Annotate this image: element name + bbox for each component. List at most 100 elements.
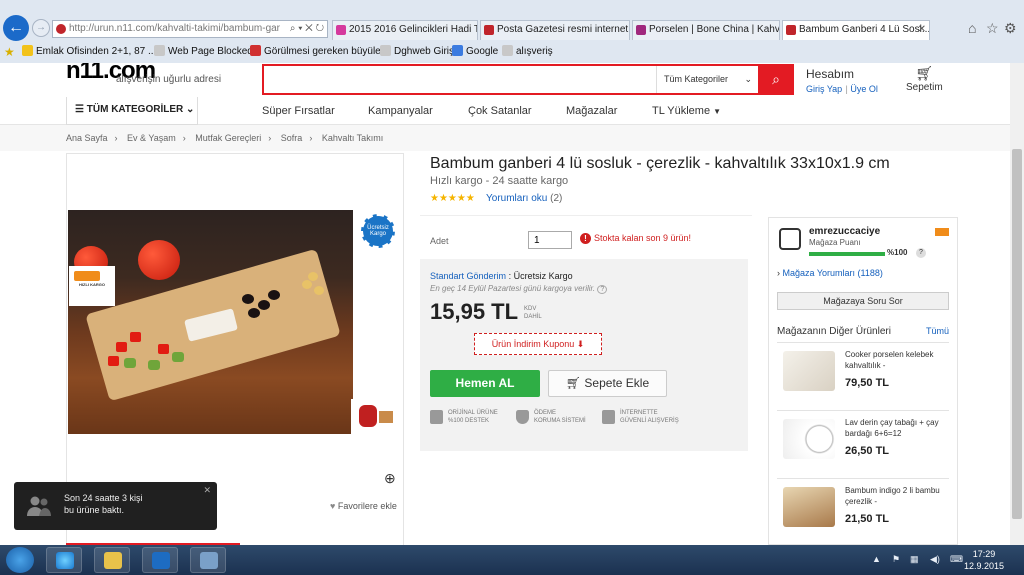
back-button[interactable]: ←: [3, 15, 29, 41]
viewers-toast: Son 24 saatte 3 kişi bu ürüne baktı. ✕: [14, 482, 217, 530]
breadcrumb-item[interactable]: Mutfak Gereçleri: [195, 133, 261, 143]
settings-gear-icon[interactable]: ⚙: [1004, 20, 1017, 37]
bookmark-google[interactable]: Google: [452, 43, 498, 61]
cucumber-shape: [148, 360, 160, 370]
seller-product-item[interactable]: Bambum indigo 2 li bambu çerezlik - 21,5…: [777, 478, 949, 545]
bookmark-alisveris[interactable]: alışveriş: [502, 43, 553, 61]
seller-product-item[interactable]: Cooker porselen kelebek kahvaltılık - 79…: [777, 342, 949, 410]
help-icon[interactable]: ?: [597, 285, 608, 294]
main-nav: ☰ TÜM KATEGORİLER ⌄ Süper Fırsatlar Kamp…: [0, 97, 1024, 125]
taskbar-outlook[interactable]: [142, 547, 178, 573]
other-products-title: Mağazanın Diğer Ürünleri: [777, 326, 891, 337]
olive-shape: [248, 308, 260, 318]
guarantee-line1: ÖDEME: [534, 410, 557, 416]
bookmark-favicon-icon: [250, 45, 261, 56]
breadcrumb-item[interactable]: Ev & Yaşam: [127, 133, 176, 143]
tab-close-icon[interactable]: ✕: [918, 21, 926, 39]
nav-super-firsatlar[interactable]: Süper Fırsatlar: [262, 97, 335, 125]
cart-icon: 🛒︎: [565, 376, 582, 390]
discount-coupon-button[interactable]: Ürün İndirim Kuponu ⬇: [474, 333, 602, 355]
seller-reviews-link[interactable]: › Mağaza Yorumları (1188): [777, 268, 883, 278]
search-box[interactable]: Tüm Kategoriler ⌄ ⌕: [262, 64, 794, 95]
bookmark-label: Görülmesi gereken büyüle...: [264, 46, 390, 57]
breadcrumb-item[interactable]: Kahvaltı Takımı: [322, 133, 383, 143]
tax-note: KDV DAHİL: [524, 305, 542, 321]
toast-line2: bu ürüne baktı.: [64, 505, 125, 515]
nav-cok-satanlar[interactable]: Çok Satanlar: [468, 97, 532, 125]
reviews-link[interactable]: Yorumları oku (2): [486, 193, 562, 204]
tray-network-icon[interactable]: ▦: [910, 554, 919, 565]
breadcrumb-separator-icon: ›: [309, 133, 313, 143]
nav-magazalar[interactable]: Mağazalar: [566, 97, 617, 125]
reviews-link-label: Yorumları oku: [486, 193, 548, 204]
taskbar-ie[interactable]: [46, 547, 82, 573]
tray-expand-icon[interactable]: ▲: [872, 554, 881, 564]
register-link[interactable]: Üye Ol: [850, 84, 878, 94]
tray-keyboard-icon[interactable]: ⌨: [950, 554, 963, 565]
login-link[interactable]: Giriş Yap: [806, 84, 842, 94]
add-favorite-link[interactable]: ♥ Favorilere ekle: [330, 501, 397, 511]
seller-name[interactable]: emrezuccaciye: [809, 226, 880, 237]
product-photo[interactable]: HIZLI KARGO: [68, 210, 353, 434]
account-menu[interactable]: Hesabım Giriş Yap | Üye Ol: [806, 67, 878, 95]
breadcrumb-item[interactable]: Sofra: [281, 133, 303, 143]
address-bar[interactable]: http://urun.n11.com/kahvalti-takimi/bamb…: [52, 20, 328, 38]
zoom-icon[interactable]: ⊕: [384, 470, 396, 487]
tab-posta[interactable]: Posta Gazetesi resmi internet si...: [480, 20, 630, 40]
coupon-label: Ürün İndirim Kuponu: [491, 339, 575, 349]
start-button[interactable]: [6, 547, 34, 573]
search-button[interactable]: ⌕: [758, 64, 794, 95]
bookmark-gorulmesi[interactable]: Görülmesi gereken büyüle...: [250, 43, 389, 61]
shipping-info: Standart Gönderim : Ücretsiz Kargo: [430, 271, 573, 281]
close-icon[interactable]: ✕: [203, 485, 211, 496]
nav-tl-yukleme[interactable]: TL Yükleme ▼: [652, 97, 721, 125]
quantity-input[interactable]: [528, 231, 572, 249]
add-to-cart-label: Sepete Ekle: [584, 376, 650, 390]
tab-porselen[interactable]: Porselen | Bone China | Kahvalt...: [632, 20, 780, 40]
tab-gelincikleri[interactable]: 2015 2016 Gelincikleri Hadi To...: [332, 20, 478, 40]
breadcrumb-item[interactable]: Ana Sayfa: [66, 133, 108, 143]
clock[interactable]: 17:29 12.9.2015: [964, 548, 1004, 572]
guarantee-line2: KORUMA SİSTEMİ: [534, 418, 586, 424]
forward-button[interactable]: →: [32, 19, 50, 37]
scrollbar[interactable]: [1010, 63, 1024, 545]
tray-volume-icon[interactable]: ◀): [930, 554, 940, 565]
help-icon[interactable]: ?: [916, 248, 926, 258]
bookmark-emlak[interactable]: Emlak Ofisinden 2+1, 87 ...: [22, 43, 156, 61]
add-to-cart-button[interactable]: 🛒︎ Sepete Ekle: [548, 370, 667, 397]
home-icon[interactable]: ⌂: [968, 20, 976, 36]
shipping-note: En geç 14 Eylül Pazartesi günü kargoya v…: [430, 284, 608, 294]
stock-warning: ! Stokta kalan son 9 ürün!: [580, 233, 691, 244]
cart-button[interactable]: 🛒︎ Sepetim: [906, 65, 943, 93]
seller-product-price: 26,50 TL: [845, 445, 890, 457]
all-categories-button[interactable]: ☰ TÜM KATEGORİLER ⌄: [66, 97, 198, 125]
users-icon: [27, 496, 51, 516]
favorites-bar-star-icon[interactable]: ★: [4, 43, 15, 61]
package-icon: [379, 411, 393, 423]
buy-now-button[interactable]: Hemen AL: [430, 370, 540, 397]
bookmark-web-page-blocked[interactable]: Web Page Blocked: [154, 43, 253, 61]
tray-flag-icon[interactable]: ⚑: [892, 554, 900, 565]
nav-kampanyalar[interactable]: Kampanyalar: [368, 97, 433, 125]
category-select[interactable]: Tüm Kategoriler ⌄: [656, 66, 758, 93]
pepper-shape: [158, 344, 169, 354]
all-products-link[interactable]: Tümü: [926, 326, 949, 336]
toast-message: Son 24 saatte 3 kişi bu ürüne baktı.: [64, 492, 143, 516]
bookmark-favicon-icon: [452, 45, 463, 56]
pepper-shape: [130, 332, 141, 342]
tab-label: Porselen | Bone China | Kahvalt...: [649, 24, 780, 35]
taskbar-network[interactable]: [190, 547, 226, 573]
address-controls-icon[interactable]: ⌕ ▾ ✕ ↻: [286, 23, 324, 34]
bookmark-dghweb[interactable]: Dghweb Giriş: [380, 43, 454, 61]
shield-icon: [516, 410, 529, 424]
ask-seller-button[interactable]: Mağazaya Soru Sor: [777, 292, 949, 310]
scrollbar-thumb[interactable]: [1012, 149, 1022, 519]
tab-bambum-active[interactable]: Bambum Ganberi 4 Lü Sosl... ✕: [782, 20, 930, 40]
tab-label: 2015 2016 Gelincikleri Hadi To...: [349, 24, 477, 35]
taskbar-explorer[interactable]: [94, 547, 130, 573]
seller-product-name: Cooker porselen kelebek kahvaltılık -: [845, 350, 934, 370]
seller-product-item[interactable]: Lav derin çay tabağı + çay bardağı 6+6=1…: [777, 410, 949, 478]
favorites-star-icon[interactable]: ☆: [986, 20, 999, 37]
shipping-label: Standart Gönderim: [430, 271, 507, 281]
seller-product-name: Lav derin çay tabağı + çay bardağı 6+6=1…: [845, 418, 939, 438]
